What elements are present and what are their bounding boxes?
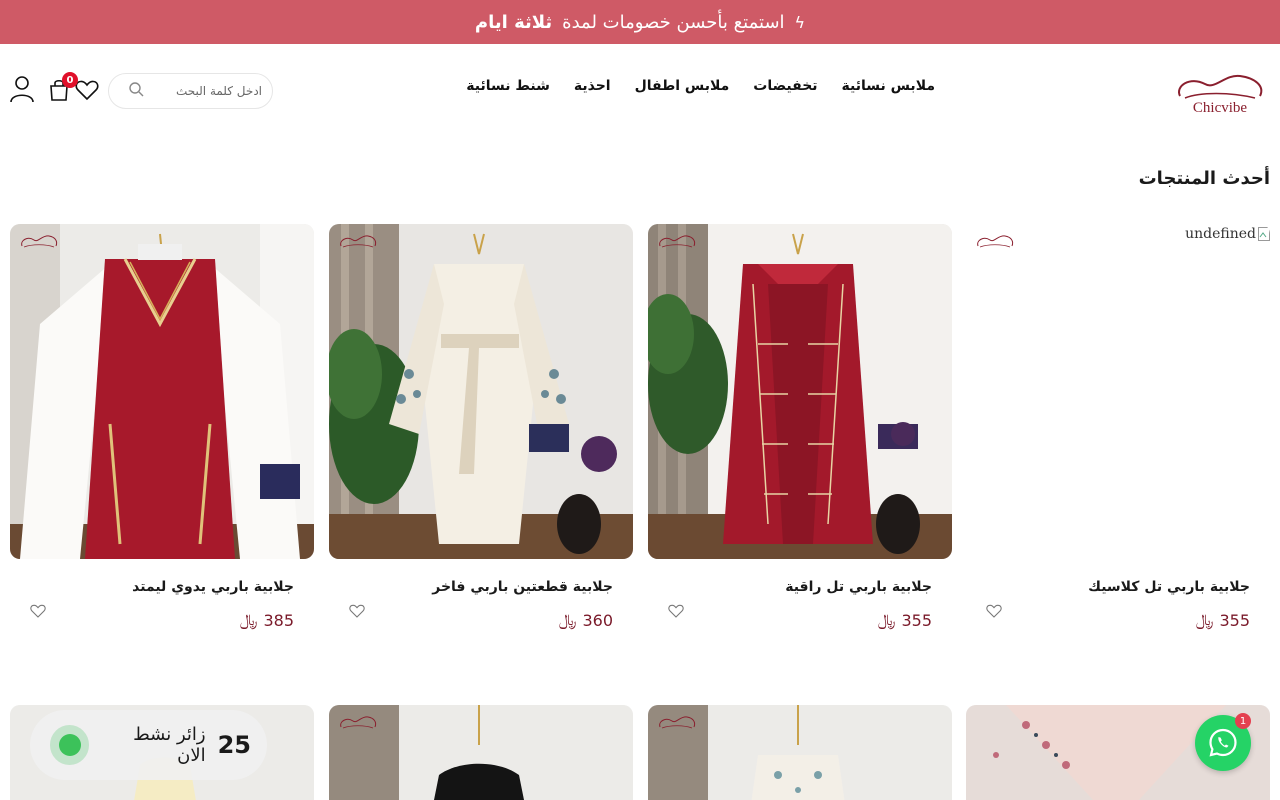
visitors-count: 25 bbox=[217, 731, 251, 759]
announcement-bold-text: ثلاثة ايام bbox=[474, 11, 553, 33]
product-card[interactable] bbox=[648, 705, 952, 800]
broken-image-icon bbox=[1258, 227, 1270, 241]
product-price: 355 ﷼ bbox=[877, 610, 932, 630]
brand-logo[interactable]: Chicvibe bbox=[1170, 66, 1270, 116]
user-account-icon[interactable] bbox=[10, 75, 34, 103]
online-indicator-icon bbox=[50, 725, 90, 765]
cart-icon[interactable]: 0 bbox=[48, 72, 78, 102]
site-header: Chicvibe ملابس نسائية تخفيضات ملابس اطفا… bbox=[0, 44, 1280, 136]
product-card[interactable]: جلابية باربي يدوي ليمتد 385 ﷼ bbox=[10, 224, 314, 630]
nav-kids-clothing[interactable]: ملابس اطفال bbox=[635, 78, 730, 94]
visitors-label: زائر نشط الان bbox=[133, 724, 206, 766]
active-visitors-widget: 25 زائر نشط الان bbox=[30, 710, 267, 780]
brand-watermark-logo bbox=[659, 235, 696, 248]
product-price: 360 ﷼ bbox=[558, 610, 613, 630]
add-to-wishlist-icon[interactable] bbox=[668, 603, 684, 619]
product-name[interactable]: جلابية باربي يدوي ليمتد bbox=[132, 579, 294, 595]
product-image[interactable] bbox=[329, 224, 633, 559]
announcement-bar: ϟ استمتع بأحسن خصومات لمدة ثلاثة ايام bbox=[0, 0, 1280, 44]
lightning-icon: ϟ bbox=[794, 12, 806, 32]
product-price: 385 ﷼ bbox=[239, 610, 294, 630]
broken-image-alt: undefined bbox=[1185, 226, 1270, 242]
product-image[interactable] bbox=[648, 224, 952, 559]
product-card[interactable]: undefined جلابية باربي تل كلاسيك 355 ﷼ bbox=[966, 224, 1270, 630]
wishlist-icon[interactable] bbox=[75, 78, 99, 102]
main-nav: ملابس نسائية تخفيضات ملابس اطفال احذية ش… bbox=[466, 78, 935, 94]
product-card[interactable] bbox=[329, 705, 633, 800]
brand-watermark-logo bbox=[659, 716, 696, 729]
cart-count-badge: 0 bbox=[62, 72, 78, 88]
product-image[interactable] bbox=[648, 705, 952, 800]
brand-watermark-logo bbox=[340, 716, 377, 729]
product-image[interactable] bbox=[10, 224, 314, 559]
product-name[interactable]: جلابية قطعتين باربي فاخر bbox=[432, 579, 613, 595]
brand-watermark-logo bbox=[340, 235, 377, 248]
search-icon[interactable] bbox=[128, 81, 144, 101]
product-name[interactable]: جلابية باربي تل كلاسيك bbox=[1088, 579, 1250, 595]
add-to-wishlist-icon[interactable] bbox=[986, 603, 1002, 619]
product-name[interactable]: جلابية باربي تل راقية bbox=[785, 579, 932, 595]
search-box bbox=[108, 73, 273, 109]
search-input[interactable] bbox=[152, 84, 262, 98]
product-card[interactable]: جلابية قطعتين باربي فاخر 360 ﷼ bbox=[329, 224, 633, 630]
whatsapp-badge: 1 bbox=[1235, 713, 1251, 729]
product-price: 355 ﷼ bbox=[1195, 610, 1250, 630]
whatsapp-icon bbox=[1209, 728, 1237, 757]
add-to-wishlist-icon[interactable] bbox=[30, 603, 46, 619]
product-card[interactable]: جلابية باربي تل راقية 355 ﷼ bbox=[648, 224, 952, 630]
nav-womens-bags[interactable]: شنط نسائية bbox=[466, 78, 550, 94]
nav-shoes[interactable]: احذية bbox=[574, 78, 611, 94]
brand-watermark-logo bbox=[21, 235, 58, 248]
section-title-latest-products: أحدث المنتجات bbox=[1138, 168, 1270, 189]
whatsapp-chat-button[interactable]: 1 bbox=[1195, 713, 1251, 771]
nav-sales[interactable]: تخفيضات bbox=[753, 78, 817, 94]
product-image[interactable]: undefined bbox=[966, 224, 1270, 559]
add-to-wishlist-icon[interactable] bbox=[349, 603, 365, 619]
svg-text:Chicvibe: Chicvibe bbox=[1193, 100, 1247, 116]
brand-watermark-logo bbox=[977, 235, 1014, 248]
announcement-text: استمتع بأحسن خصومات لمدة bbox=[562, 11, 785, 33]
product-image[interactable] bbox=[329, 705, 633, 800]
nav-womens-clothing[interactable]: ملابس نسائية bbox=[842, 78, 935, 94]
